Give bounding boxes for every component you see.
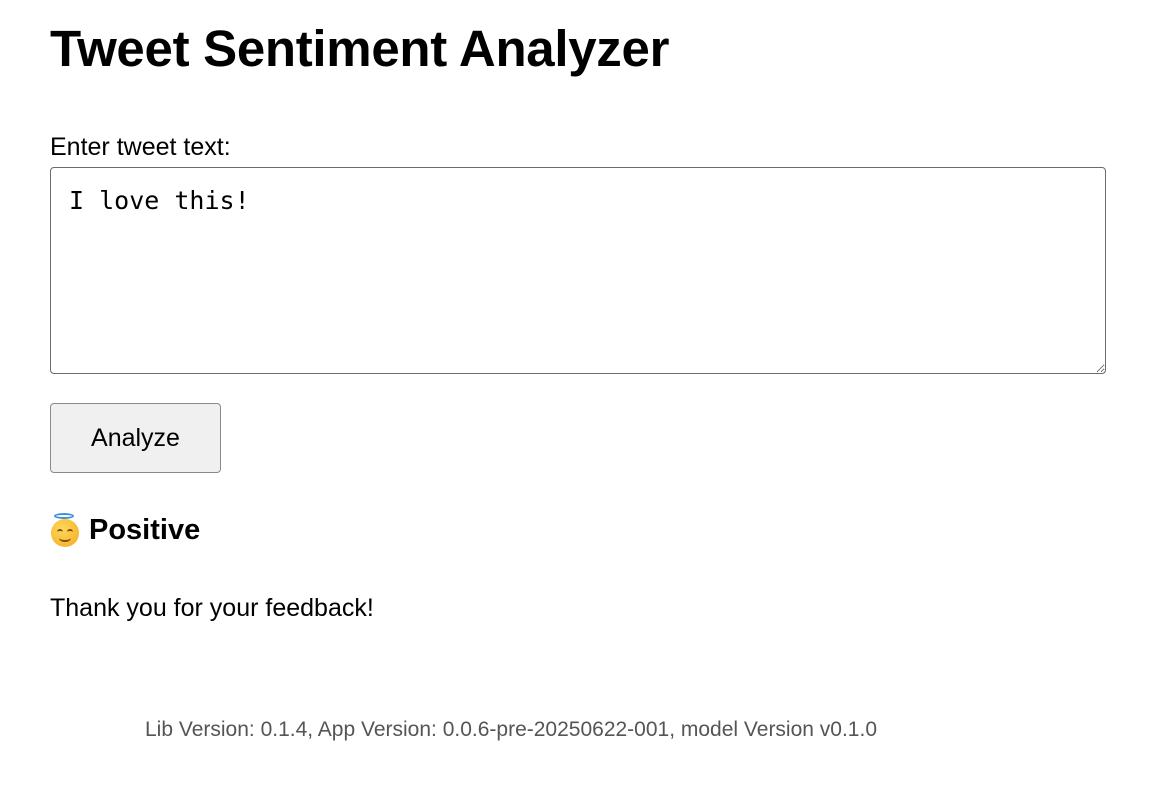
sentiment-label: Positive [89,514,201,546]
smiling-face-with-halo-icon [50,513,80,547]
sentiment-result: Positive [50,510,200,550]
analyze-button[interactable]: Analyze [50,403,221,473]
page-title: Tweet Sentiment Analyzer [50,20,670,77]
tweet-text-label: Enter tweet text: [50,133,231,161]
tweet-text-input[interactable]: I love this! [50,167,1106,374]
version-footer: Lib Version: 0.1.4, App Version: 0.0.6-p… [145,718,877,741]
feedback-message: Thank you for your feedback! [50,594,374,622]
